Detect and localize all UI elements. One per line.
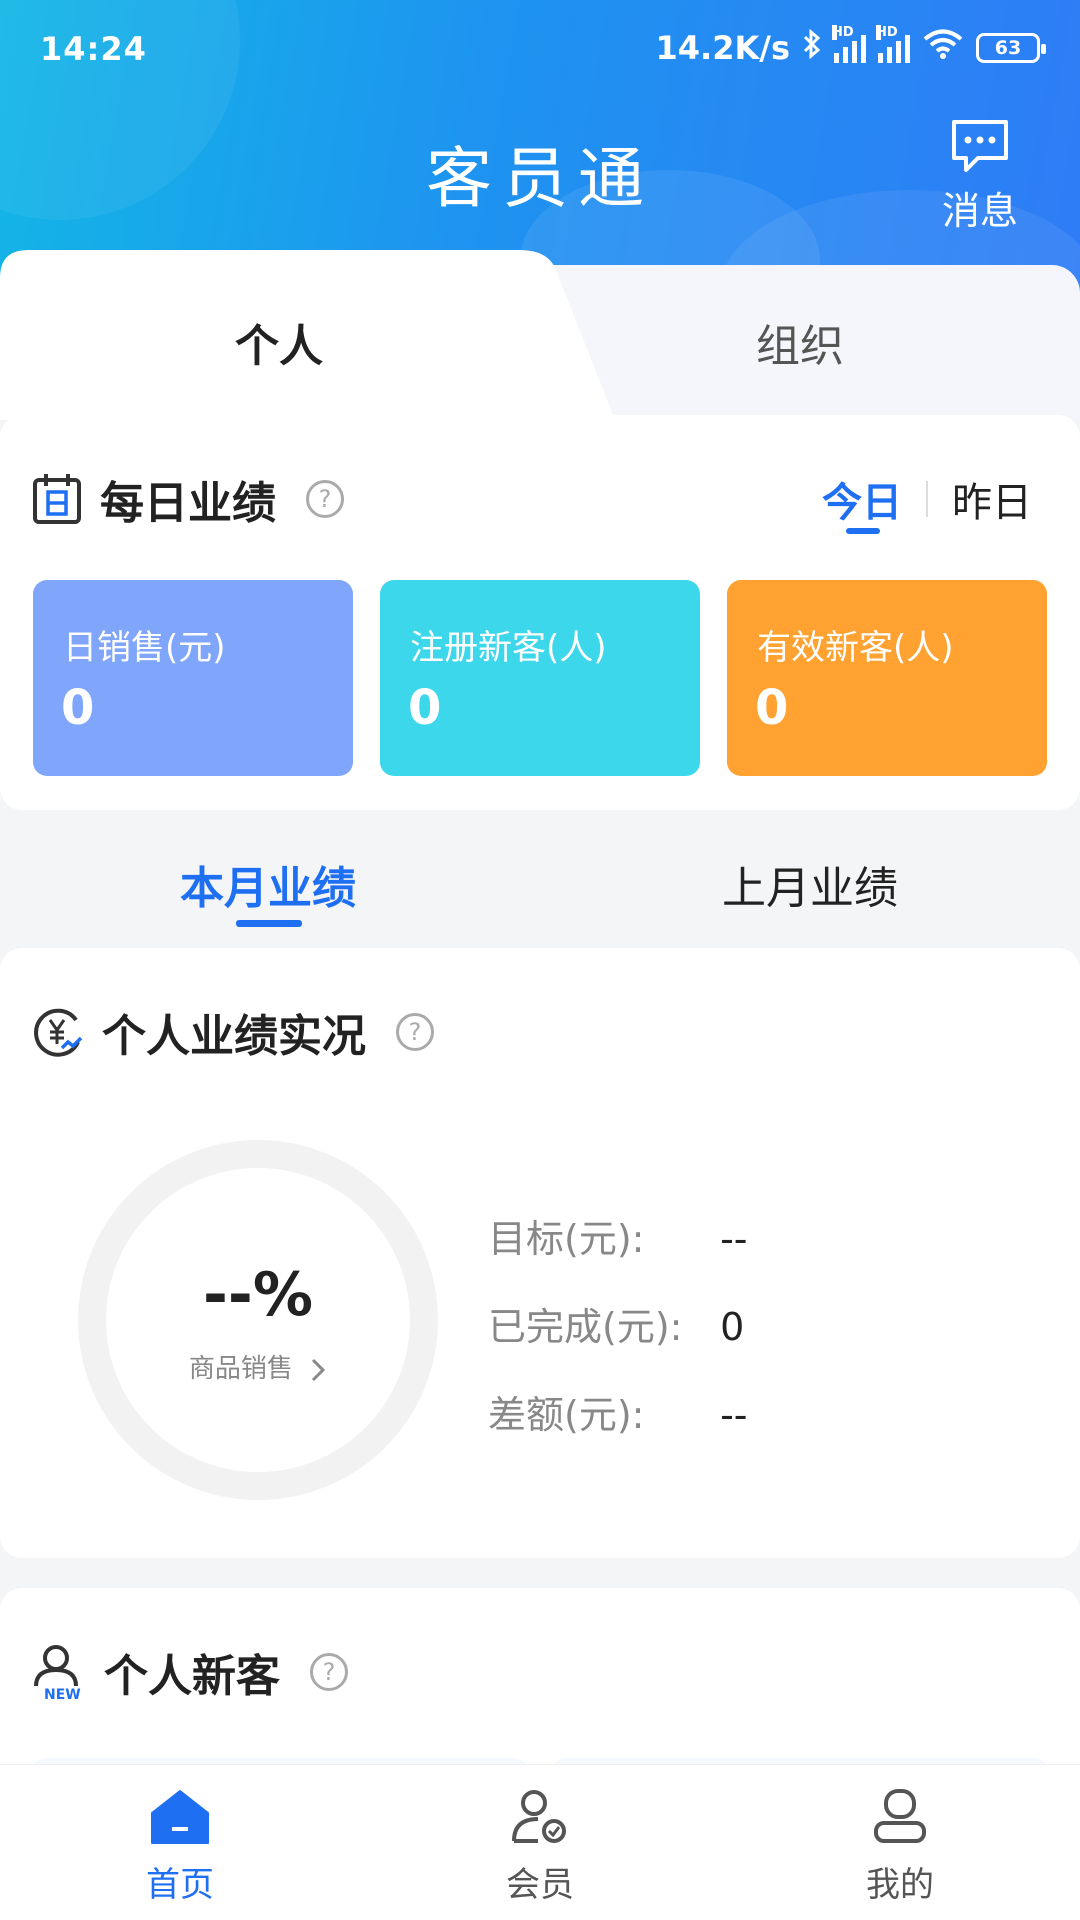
new-user-icon: NEW — [34, 1645, 81, 1700]
daily-performance-title: 每日业绩 — [100, 478, 276, 529]
nav-home[interactable]: 首页 — [80, 1789, 280, 1906]
stat-label: 有效新客(人) — [757, 628, 954, 668]
messages-label: 消息 — [941, 189, 1018, 233]
stat-valid-new[interactable]: 有效新客(人) 0 — [727, 580, 1047, 776]
status-bar: 14:24 14.2K/s HD HD 63 — [0, 0, 1080, 100]
help-icon[interactable]: ? — [310, 1653, 348, 1691]
difference-row: 差额(元): -- — [488, 1384, 748, 1439]
app-title: 客员通 — [426, 140, 654, 217]
nav-members-label: 会员 — [506, 1865, 574, 1905]
tab-organization[interactable]: 组织 — [756, 310, 844, 374]
signal-icon: HD — [876, 25, 910, 63]
completed-row: 已完成(元): 0 — [488, 1296, 744, 1351]
hd-label: HD — [832, 25, 854, 40]
messages-button[interactable]: 消息 — [930, 118, 1030, 233]
personal-performance-card: 个人业绩实况 ? --% 商品销售 目标(元): -- 已完成(元): 0 差额… — [0, 948, 1080, 1558]
status-time: 14:24 — [40, 30, 147, 68]
stat-label: 注册新客(人) — [410, 628, 607, 668]
hd-label: HD — [876, 25, 898, 40]
daily-performance-header: 每日业绩 ? — [32, 467, 344, 531]
target-row: 目标(元): -- — [488, 1208, 748, 1263]
nav-members[interactable]: 会员 — [440, 1789, 640, 1906]
help-icon[interactable]: ? — [396, 1013, 434, 1051]
target-label: 目标(元): — [488, 1217, 645, 1261]
net-speed: 14.2K/s — [655, 29, 790, 67]
divider — [926, 481, 928, 517]
progress-percent: --% — [203, 1260, 313, 1330]
new-customers-title: 个人新客 — [104, 1651, 280, 1702]
member-check-icon — [512, 1790, 566, 1843]
month-tabs: 本月业绩 上月业绩 — [0, 820, 1080, 940]
yuan-trend-icon — [34, 1008, 83, 1057]
stat-value: 0 — [61, 680, 95, 736]
nav-mine-label: 我的 — [866, 1865, 934, 1905]
tab-yesterday[interactable]: 昨日 — [952, 470, 1032, 528]
chat-bubble-icon — [952, 120, 1008, 172]
user-profile-icon — [874, 1789, 926, 1843]
battery-icon: 63 — [976, 33, 1046, 63]
category-link[interactable]: 商品销售 — [78, 1348, 438, 1385]
tab-today[interactable]: 今日 — [822, 470, 902, 534]
daily-performance-card: 每日业绩 ? 今日 昨日 日销售(元) 0 注册新客(人) 0 有效新客(人) … — [0, 415, 1080, 810]
difference-value: -- — [720, 1393, 748, 1437]
stat-value: 0 — [755, 680, 789, 736]
personal-performance-title: 个人业绩实况 — [102, 1011, 366, 1062]
bluetooth-icon — [802, 28, 822, 68]
target-value: -- — [720, 1217, 748, 1261]
nav-home-label: 首页 — [146, 1865, 214, 1905]
new-badge-text: NEW — [44, 1687, 81, 1700]
personal-performance-header: 个人业绩实况 ? — [32, 1000, 434, 1064]
calendar-icon — [33, 474, 81, 524]
stat-label: 日销售(元) — [63, 628, 226, 668]
new-customers-header: NEW 个人新客 ? — [32, 1640, 348, 1704]
bottom-navigation: 首页 会员 我的 — [0, 1764, 1080, 1920]
stat-value: 0 — [408, 680, 442, 736]
chevron-right-icon — [312, 1358, 326, 1381]
stat-daily-sales[interactable]: 日销售(元) 0 — [33, 580, 353, 776]
home-icon — [151, 1790, 209, 1844]
completed-value: 0 — [720, 1305, 745, 1349]
signal-icon: HD — [832, 25, 866, 63]
tab-this-month[interactable]: 本月业绩 — [180, 852, 356, 927]
category-label: 商品销售 — [188, 1354, 293, 1384]
tab-last-month[interactable]: 上月业绩 — [722, 852, 898, 916]
stat-registered-new[interactable]: 注册新客(人) 0 — [380, 580, 700, 776]
completed-label: 已完成(元): — [488, 1305, 683, 1349]
status-icons: 14.2K/s HD HD 63 — [655, 25, 1046, 68]
day-switcher: 今日 昨日 — [822, 470, 1032, 534]
scope-tabs: 个人 组织 — [0, 250, 1080, 420]
nav-mine[interactable]: 我的 — [800, 1789, 1000, 1906]
difference-label: 差额(元): — [488, 1393, 645, 1437]
wifi-icon — [922, 28, 964, 68]
tab-personal[interactable]: 个人 — [235, 310, 323, 374]
help-icon[interactable]: ? — [306, 480, 344, 518]
